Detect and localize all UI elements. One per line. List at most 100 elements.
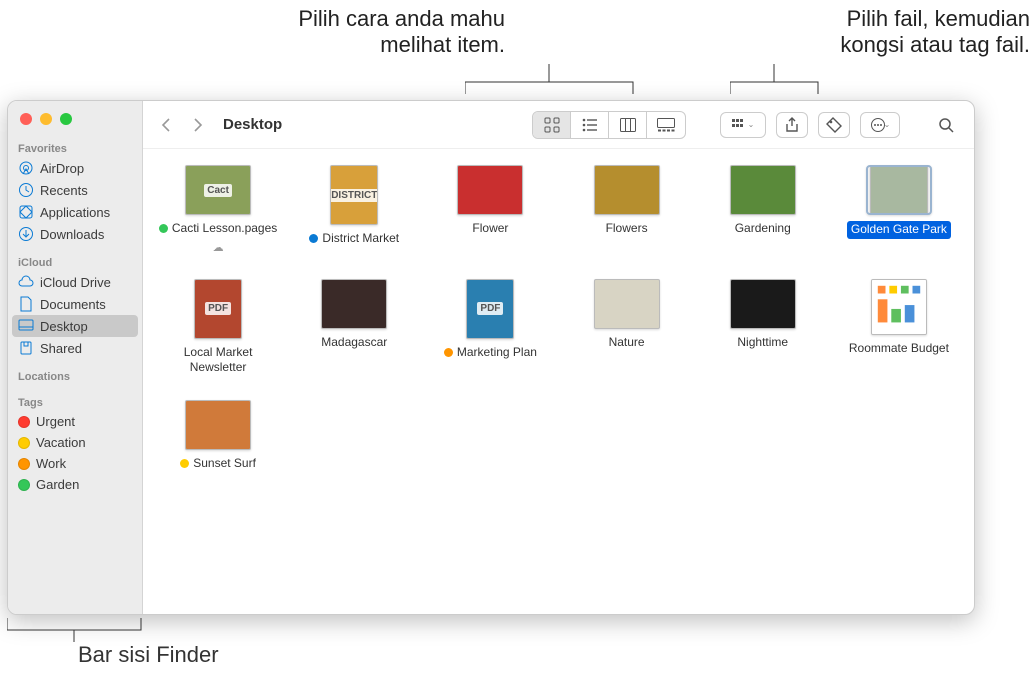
sidebar-item-label: Garden [36, 477, 79, 492]
chevron-down-icon: ⌄ [884, 120, 891, 129]
file-label: Local Market Newsletter [158, 345, 278, 376]
window-title: Desktop [223, 116, 282, 133]
file-label: Flowers [606, 221, 648, 237]
sidebar-item-desktop[interactable]: Desktop [12, 315, 138, 337]
file-item[interactable]: PDFMarketing Plan [425, 279, 555, 376]
view-list-button[interactable] [571, 112, 609, 138]
file-label: Nighttime [737, 335, 788, 351]
airdrop-icon [18, 160, 34, 176]
file-item[interactable]: Flowers [562, 165, 692, 255]
group-button[interactable]: ⌄ [720, 112, 766, 138]
file-thumbnail [457, 165, 523, 215]
sidebar-item-label: Desktop [40, 319, 88, 334]
close-button[interactable] [20, 113, 32, 125]
file-thumbnail: DISTRICT [330, 165, 378, 225]
file-item[interactable]: Madagascar [289, 279, 419, 376]
sidebar-item-shared[interactable]: Shared [8, 337, 142, 359]
sidebar-item-label: Recents [40, 183, 88, 198]
sidebar-item-label: Downloads [40, 227, 104, 242]
sidebar-item-work[interactable]: Work [8, 453, 142, 474]
back-button[interactable] [155, 114, 177, 136]
file-item[interactable]: Cact Cacti Lesson.pages☁ [153, 165, 283, 255]
file-thumbnail [730, 165, 796, 215]
view-column-button[interactable] [609, 112, 647, 138]
sidebar-section-title: Tags [8, 393, 142, 411]
sidebar-item-documents[interactable]: Documents [8, 293, 142, 315]
cloud-icon [18, 274, 34, 290]
window-controls [8, 109, 142, 139]
bracket-share [730, 64, 820, 100]
file-item[interactable]: Golden Gate Park [834, 165, 964, 255]
file-label: Marketing Plan [444, 345, 537, 361]
app-icon [18, 204, 34, 220]
sidebar-section-title: Favorites [8, 139, 142, 157]
sidebar-item-vacation[interactable]: Vacation [8, 432, 142, 453]
file-item[interactable]: Sunset Surf [153, 400, 283, 472]
share-button[interactable] [776, 112, 808, 138]
view-gallery-button[interactable] [647, 112, 685, 138]
file-item[interactable]: Nighttime [698, 279, 828, 376]
sidebar-item-label: Applications [40, 205, 110, 220]
clock-icon [18, 182, 34, 198]
toolbar: Desktop ⌄ [143, 101, 974, 149]
sidebar-section-title: iCloud [8, 253, 142, 271]
sidebar-item-icloud-drive[interactable]: iCloud Drive [8, 271, 142, 293]
file-item[interactable]: Nature [562, 279, 692, 376]
chevron-down-icon: ⌄ [748, 120, 755, 129]
file-label: Nature [609, 335, 645, 351]
tag-dot-icon [444, 348, 453, 357]
file-label: Roommate Budget [849, 341, 949, 357]
tag-dot-icon [18, 416, 30, 428]
content-area: Desktop ⌄ [143, 101, 974, 614]
sidebar: FavoritesAirDrop Recents Applications Downl… [8, 101, 143, 614]
tag-dot-icon [18, 479, 30, 491]
sidebar-item-label: Work [36, 456, 66, 471]
download-icon [18, 226, 34, 242]
bracket-sidebar [7, 618, 142, 642]
file-thumbnail [185, 400, 251, 450]
files-grid: Cact Cacti Lesson.pages☁ DISTRICT District … [143, 149, 974, 614]
sidebar-item-urgent[interactable]: Urgent [8, 411, 142, 432]
file-item[interactable]: Roommate Budget [834, 279, 964, 376]
file-thumbnail: Cact [185, 165, 251, 215]
view-icon-button[interactable] [533, 112, 571, 138]
sidebar-item-garden[interactable]: Garden [8, 474, 142, 495]
sidebar-item-label: Vacation [36, 435, 86, 450]
forward-button[interactable] [187, 114, 209, 136]
file-label: Golden Gate Park [847, 221, 951, 239]
sidebar-item-downloads[interactable]: Downloads [8, 223, 142, 245]
file-label: Flower [472, 221, 508, 237]
more-button[interactable]: ⌄ [860, 112, 900, 138]
tag-dot-icon [18, 458, 30, 470]
tag-dot-icon [180, 459, 189, 468]
minimize-button[interactable] [40, 113, 52, 125]
sidebar-item-label: Shared [40, 341, 82, 356]
file-item[interactable]: Flower [425, 165, 555, 255]
sidebar-section-title: Locations [8, 367, 142, 385]
file-label: District Market [309, 231, 399, 247]
file-label: Gardening [735, 221, 791, 237]
file-item[interactable]: PDF Local Market Newsletter [153, 279, 283, 376]
file-item[interactable]: DISTRICT District Market [289, 165, 419, 255]
sidebar-item-label: Urgent [36, 414, 75, 429]
file-label: Sunset Surf [180, 456, 256, 472]
file-thumbnail: PDF [194, 279, 242, 339]
tag-button[interactable] [818, 112, 850, 138]
file-thumbnail [594, 165, 660, 215]
file-thumbnail [321, 279, 387, 329]
tag-dot-icon [18, 437, 30, 449]
file-label: Cacti Lesson.pages☁ [158, 221, 278, 255]
sidebar-item-recents[interactable]: Recents [8, 179, 142, 201]
maximize-button[interactable] [60, 113, 72, 125]
search-button[interactable] [930, 112, 962, 138]
file-item[interactable]: Gardening [698, 165, 828, 255]
sidebar-item-applications[interactable]: Applications [8, 201, 142, 223]
shared-icon [18, 340, 34, 356]
view-switcher [532, 111, 686, 139]
sidebar-item-airdrop[interactable]: AirDrop [8, 157, 142, 179]
doc-icon [18, 296, 34, 312]
file-label: Madagascar [321, 335, 387, 351]
tag-dot-icon [159, 224, 168, 233]
bracket-view [465, 64, 635, 100]
sidebar-item-label: iCloud Drive [40, 275, 111, 290]
